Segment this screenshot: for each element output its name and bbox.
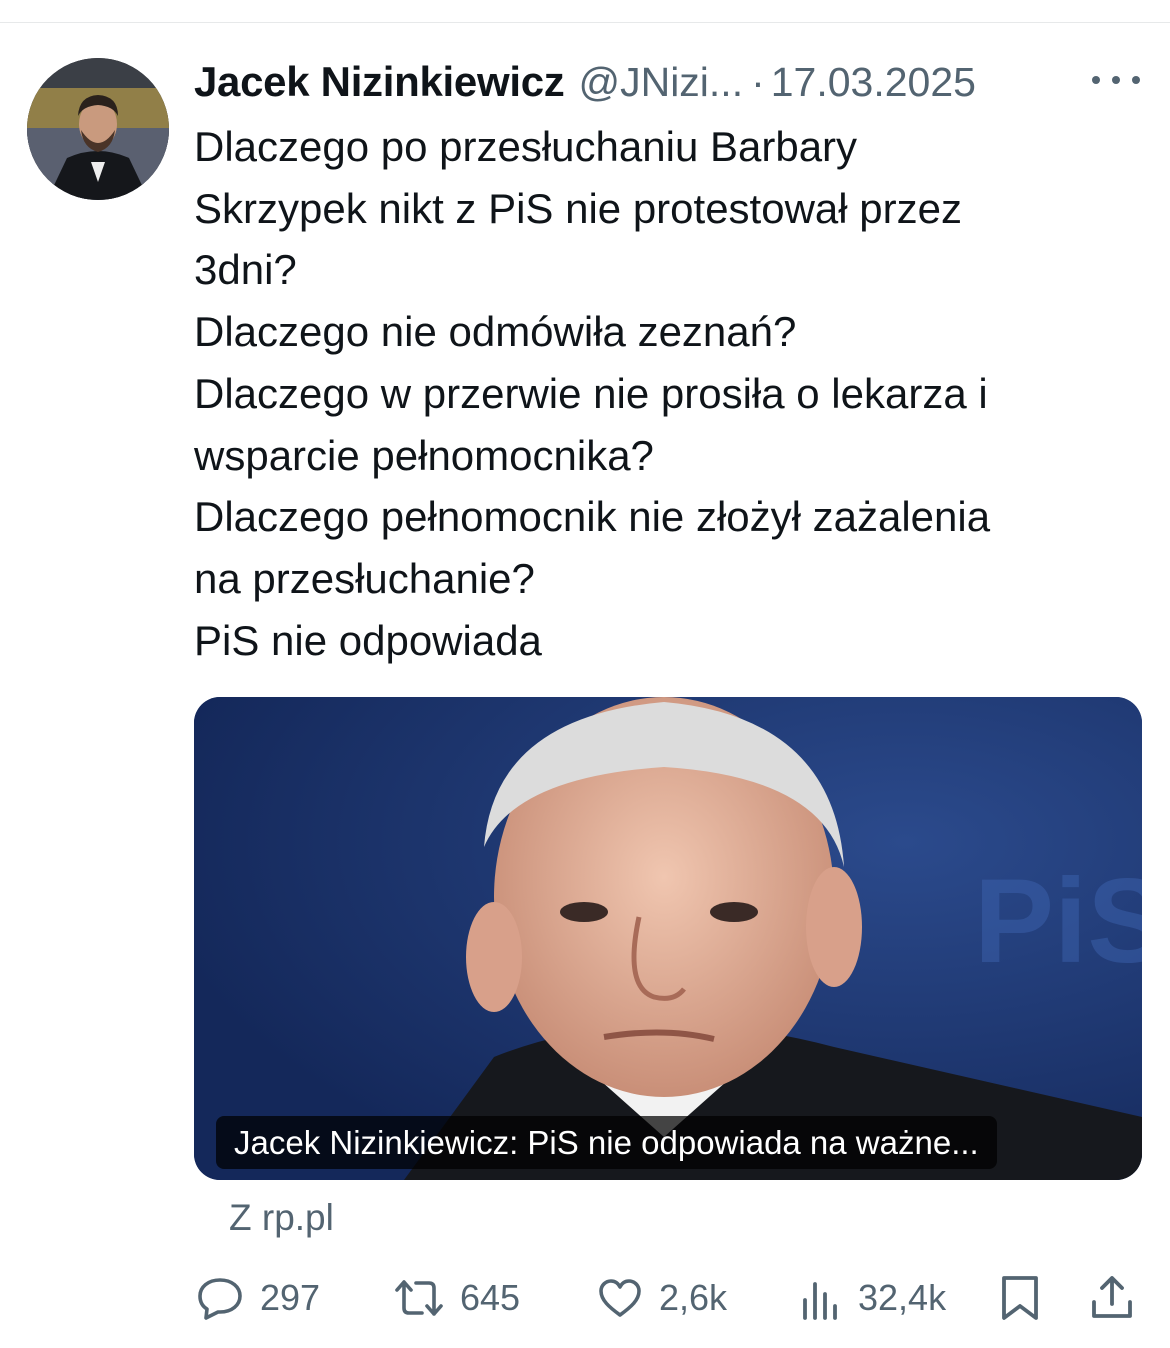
tweet-date[interactable]: 17.03.2025 bbox=[771, 59, 976, 106]
avatar[interactable] bbox=[27, 58, 169, 200]
separator-dot: · bbox=[751, 58, 765, 105]
like-button[interactable]: 2,6k bbox=[597, 1268, 727, 1328]
tweet-text-line: na przesłuchanie? bbox=[194, 554, 535, 602]
background-logo-text: PiS bbox=[974, 854, 1142, 988]
bookmark-button[interactable] bbox=[998, 1268, 1042, 1328]
card-source[interactable]: Z rp.pl bbox=[229, 1197, 334, 1239]
tweet-text-line: Dlaczego po przesłuchaniu Barbary bbox=[194, 123, 858, 170]
card-image: PiS bbox=[194, 697, 1142, 1180]
like-icon bbox=[599, 1279, 641, 1317]
link-card[interactable]: PiS Jacek Nizinkiewicz: PiS nie odpowiad… bbox=[194, 697, 1142, 1180]
tweet-text-line: PiS nie odpowiada bbox=[194, 616, 542, 664]
tweet-text-line: Dlaczego w przerwie nie prosiła o lekarz… bbox=[194, 369, 988, 417]
bookmark-icon bbox=[1002, 1276, 1038, 1320]
tweet-header: Jacek Nizinkiewicz @JNizi... · 17.03.202… bbox=[194, 54, 1144, 110]
card-caption: Jacek Nizinkiewicz: PiS nie odpowiada na… bbox=[216, 1116, 997, 1169]
views-button[interactable]: 32,4k bbox=[800, 1268, 946, 1328]
views-count: 32,4k bbox=[858, 1277, 947, 1318]
top-divider bbox=[0, 22, 1170, 23]
like-count: 2,6k bbox=[659, 1277, 728, 1318]
repost-count: 645 bbox=[460, 1277, 521, 1318]
repost-icon bbox=[395, 1280, 443, 1316]
author-name[interactable]: Jacek Nizinkiewicz bbox=[194, 58, 565, 106]
tweet-text-line: Skrzypek nikt z PiS nie protestował prze… bbox=[194, 184, 962, 232]
author-handle[interactable]: @JNizi... bbox=[578, 59, 743, 106]
avatar-image bbox=[27, 58, 169, 200]
repost-button[interactable]: 645 bbox=[394, 1268, 520, 1328]
share-icon bbox=[1092, 1276, 1132, 1318]
share-button[interactable] bbox=[1090, 1268, 1134, 1328]
views-icon bbox=[803, 1282, 837, 1320]
tweet-text-line: 3dni? bbox=[194, 246, 297, 294]
action-bar: 297 645 2,6k 32,4k bbox=[0, 1268, 1170, 1328]
tweet-text-line: wsparcie pełnomocnika? bbox=[194, 431, 654, 479]
reply-button[interactable]: 297 bbox=[196, 1268, 320, 1328]
tweet-text: Dlaczego po przesłuchaniu Barbary Skrzyp… bbox=[194, 116, 1134, 671]
more-icon[interactable] bbox=[1092, 64, 1140, 96]
tweet-text-line: Dlaczego nie odmówiła zeznań? bbox=[194, 308, 797, 356]
tweet-text-line: Dlaczego pełnomocnik nie złożył zażaleni… bbox=[194, 493, 991, 541]
reply-count: 297 bbox=[260, 1277, 321, 1318]
reply-icon bbox=[198, 1278, 242, 1320]
